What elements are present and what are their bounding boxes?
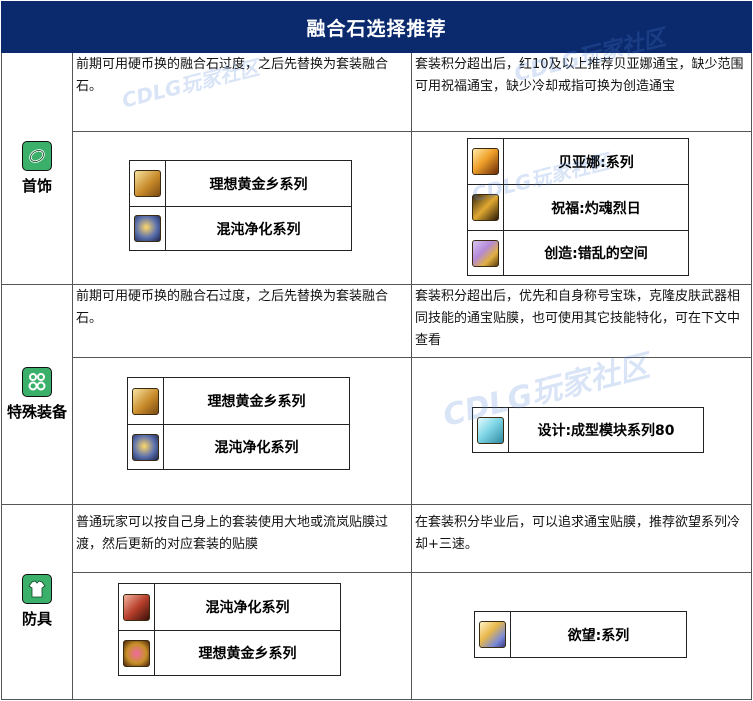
category-armor: 防具 [1, 504, 73, 699]
list-item: 混沌净化系列 [130, 206, 351, 250]
grid-line [411, 53, 412, 700]
item-name: 混沌净化系列 [214, 440, 299, 456]
list-item: 设计:成型模块系列80 [473, 408, 703, 452]
right-description: 在套装积分毕业后，可以追求通宝贴膜，推荐欲望系列冷却+三速。 [415, 515, 741, 552]
grid-line [1, 699, 752, 700]
golden-armor-icon [128, 378, 164, 424]
grid-line [72, 357, 752, 358]
list-item: 混沌净化系列 [128, 424, 349, 469]
item-name: 理想黄金乡系列 [198, 646, 297, 662]
list-item: 混沌净化系列 [119, 584, 340, 630]
right-description: 套装积分超出后，红10及以上推荐贝亚娜通宝，缺少范围可用祝福通宝，缺少冷却戒指可… [415, 57, 744, 94]
list-item: 贝亚娜:系列 [468, 139, 688, 184]
category-label: 防具 [21, 610, 52, 628]
left-description: 前期可用硬币换的融合石过度，之后先替换为套装融合石。 [76, 57, 389, 94]
fusion-stone-table: 融合石选择推荐 首饰 前期可用硬币换的融合石过度，之后先替换为套装融合石。 套装… [0, 0, 753, 701]
grid-line [751, 53, 752, 700]
category-special-equipment: 特殊装备 [1, 284, 73, 504]
item-name: 设计:成型模块系列80 [537, 423, 675, 439]
right-description: 套装积分超出后，优先和自身称号宝珠，克隆皮肤武器相同技能的通宝贴膜，也可使用其它… [415, 289, 741, 348]
list-item: 理想黄金乡系列 [119, 630, 340, 675]
flame-sword-icon [468, 139, 504, 184]
item-name: 理想黄金乡系列 [209, 176, 308, 193]
grid-line [1, 504, 752, 505]
list-item: 理想黄金乡系列 [130, 161, 351, 206]
chaos-orb-icon [128, 425, 164, 469]
earring-icon [22, 366, 52, 397]
desire-angel-icon [475, 612, 511, 657]
item-name: 祝福:灼魂烈日 [551, 200, 641, 217]
chaos-armor-icon [119, 584, 155, 630]
grid-line [72, 131, 752, 132]
blessing-blade-icon [468, 185, 504, 230]
item-list: 贝亚娜:系列 祝福:灼魂烈日 创造:错乱的空间 [467, 138, 689, 276]
category-label: 首饰 [21, 177, 52, 195]
item-list: 理想黄金乡系列 混沌净化系列 [127, 377, 350, 470]
chaos-orb-icon [130, 207, 166, 250]
grid-line [72, 572, 752, 573]
creation-crystal-icon [468, 231, 504, 275]
item-name: 混沌净化系列 [205, 600, 290, 616]
page-title: 融合石选择推荐 [1, 1, 752, 53]
golden-gem-icon [119, 631, 155, 675]
armor-icon [22, 574, 52, 604]
list-item: 欲望:系列 [475, 612, 686, 657]
item-name: 理想黄金乡系列 [207, 394, 306, 410]
list-item: 理想黄金乡系列 [128, 378, 349, 424]
item-list: 理想黄金乡系列 混沌净化系列 [129, 160, 352, 251]
item-name: 贝亚娜:系列 [558, 154, 634, 171]
category-label: 特殊装备 [6, 402, 67, 421]
item-name: 创造:错乱的空间 [544, 246, 648, 262]
recommendation-grid: 首饰 前期可用硬币换的融合石过度，之后先替换为套装融合石。 套装积分超出后，红1… [1, 53, 752, 700]
ring-icon [22, 141, 52, 171]
item-name: 欲望:系列 [567, 627, 630, 644]
left-description: 普通玩家可以按自己身上的套装使用大地或流岚贴膜过渡，然后更新的对应套装的贴膜 [76, 515, 389, 552]
left-description: 前期可用硬币换的融合石过度，之后先替换为套装融合石。 [76, 289, 389, 326]
golden-armor-icon [130, 161, 166, 206]
grid-line [1, 284, 752, 285]
item-list: 混沌净化系列 理想黄金乡系列 [118, 583, 341, 676]
item-list: 设计:成型模块系列80 [472, 407, 704, 453]
category-accessory: 首饰 [1, 53, 73, 284]
item-list: 欲望:系列 [474, 611, 687, 658]
list-item: 祝福:灼魂烈日 [468, 184, 688, 230]
list-item: 创造:错乱的空间 [468, 230, 688, 275]
item-name: 混沌净化系列 [216, 221, 301, 238]
module-box-icon [473, 408, 509, 452]
